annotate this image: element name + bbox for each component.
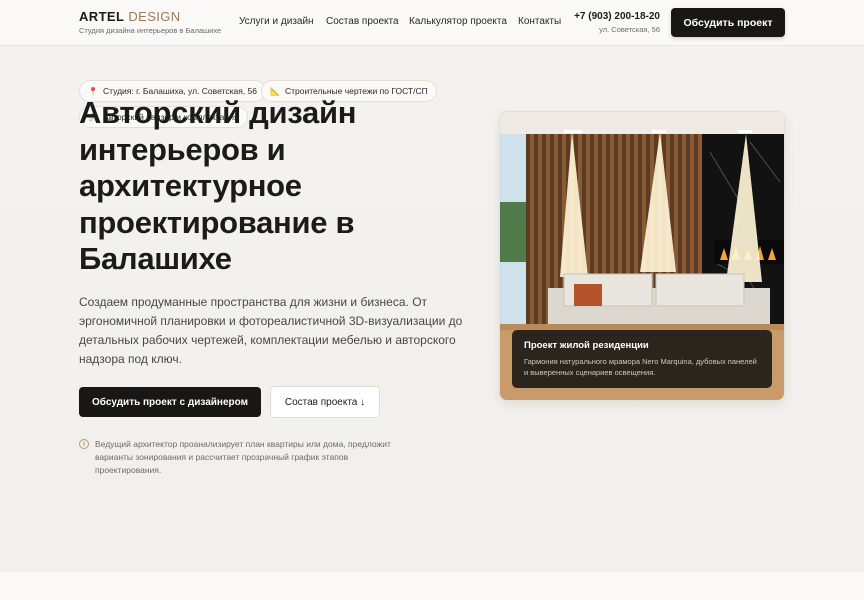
caption-text: Гармония натурального мрамора Nero Marqu… [524,357,757,377]
project-image-card[interactable]: Проект жилой резиденции Гармония натурал… [499,111,785,401]
site-header: ARTEL DESIGN Студия дизайна интерьеров в… [0,0,864,46]
next-section-edge [0,572,864,600]
hero-title: Авторский дизайн интерьеров и архитектур… [79,95,357,276]
header-contact: +7 (903) 200-18-20 ул. Советская, 56 [574,11,660,34]
logo-tagline: Студия дизайна интерьеров в Балашихе [79,26,222,35]
logo-wordmark: ARTEL DESIGN [79,9,181,24]
caption-title: Проект жилой резиденции [524,340,649,351]
nav-services[interactable]: Услуги и дизайн [239,16,314,27]
project-scope-button[interactable]: Состав проекта ↓ [270,386,380,418]
phone-link[interactable]: +7 (903) 200-18-20 [574,11,660,22]
card-caption: Проект жилой резиденции Гармония натурал… [512,330,772,388]
hero-lead: Создаем продуманные пространства для жиз… [79,295,463,366]
logo[interactable]: ARTEL DESIGN Студия дизайна интерьеров в… [79,9,222,36]
note-text: Ведущий архитектор проанализирует план к… [95,439,391,475]
nav-calculator[interactable]: Калькулятор проекта [409,16,507,27]
header-address: ул. Советская, 56 [599,25,660,34]
nav-contacts[interactable]: Контакты [518,16,561,27]
discuss-project-button[interactable]: Обсудить проект с дизайнером [79,387,261,417]
nav-project-scope[interactable]: Состав проекта [326,16,399,27]
info-icon: i [79,439,89,449]
header-cta-button[interactable]: Обсудить проект [671,8,785,37]
